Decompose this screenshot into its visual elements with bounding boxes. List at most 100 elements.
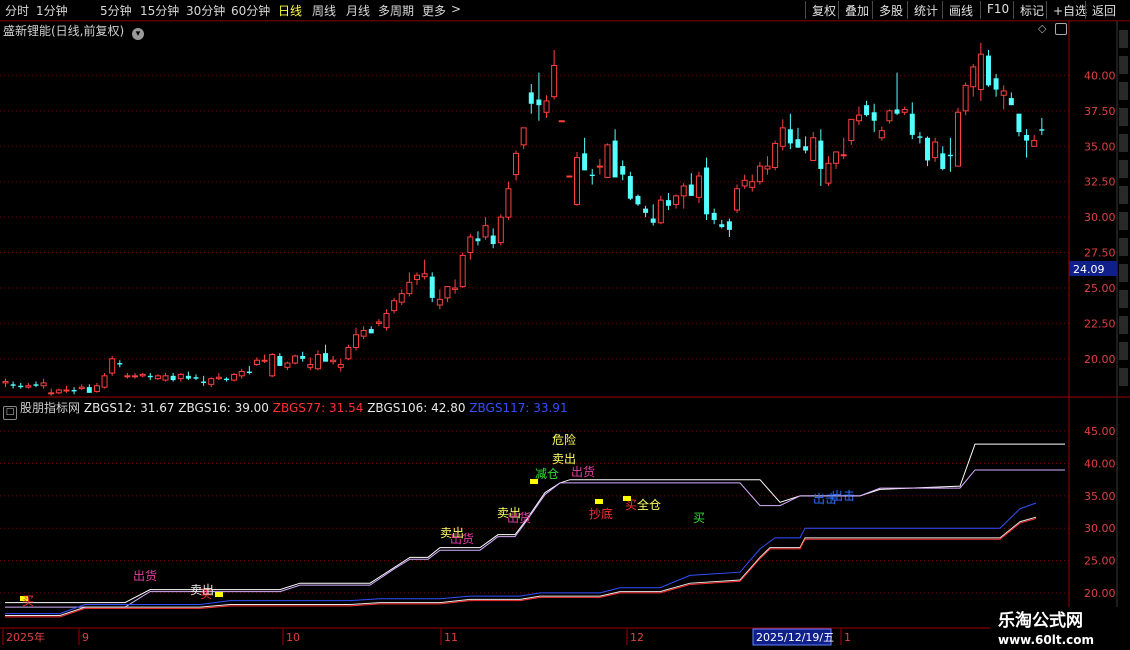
chart-canvas[interactable]: 40.00 37.50 35.00 32.50 30.00 27.50 25.00 22.50…	[0, 0, 1130, 650]
candle	[429, 272, 435, 303]
date-label: 10	[286, 631, 300, 644]
candlestick-series	[2, 42, 1045, 396]
candle-body-down	[490, 235, 496, 245]
main-grid: 40.00 37.50 35.00 32.50 30.00 27.50 25.00 22.50…	[0, 69, 1116, 366]
candle	[779, 119, 786, 151]
candle	[40, 378, 47, 389]
candle-body-down	[323, 353, 329, 362]
candle	[323, 344, 329, 362]
window-restore-icon[interactable]	[1055, 23, 1067, 35]
strip-block	[1119, 290, 1128, 308]
candle	[345, 344, 352, 361]
diamond-icon[interactable]: ◇	[1038, 22, 1046, 35]
candle-body-down	[719, 224, 725, 228]
signal-marker	[215, 592, 223, 597]
candle-body-up	[543, 100, 550, 113]
annotation-label: 出货	[507, 510, 531, 525]
candle	[1024, 129, 1030, 158]
candle	[688, 173, 694, 196]
candle	[1031, 134, 1038, 147]
candle-body-up	[375, 321, 382, 324]
candle	[55, 388, 62, 395]
candle-body-up	[25, 385, 32, 388]
candle	[513, 150, 520, 181]
candle-body-up	[314, 354, 321, 370]
candle-body-up	[1031, 140, 1038, 147]
date-label: 1	[844, 631, 851, 644]
strip-block	[1119, 238, 1128, 256]
candle-body-up	[970, 66, 977, 88]
annotation-label: 全仓	[637, 497, 661, 512]
candle	[368, 326, 374, 334]
candle	[93, 382, 100, 393]
candle	[878, 126, 885, 141]
candle-body-down	[1016, 113, 1022, 133]
candle	[383, 309, 390, 331]
chevron-down-icon[interactable]: ▾	[132, 28, 145, 40]
candle	[848, 118, 855, 145]
candle-body-down	[185, 375, 191, 379]
candle-body-down	[894, 109, 900, 114]
candle	[719, 219, 725, 229]
candle	[977, 42, 984, 101]
candle-body-up	[444, 286, 451, 299]
candle-body-down	[993, 78, 999, 90]
indicator-value-zbgs16: ZBGS16: 39.00	[174, 401, 269, 415]
candle	[86, 384, 92, 393]
candle	[459, 252, 466, 288]
candle	[253, 357, 260, 366]
candle	[391, 297, 398, 314]
candle-body-up	[154, 375, 161, 380]
candle	[536, 72, 542, 121]
candle-body-down	[787, 129, 793, 144]
candle	[643, 205, 649, 218]
candle	[604, 143, 611, 178]
date-label: 11	[444, 631, 458, 644]
zbgs77-line	[5, 518, 1037, 618]
candle-body-up	[962, 84, 969, 112]
candle-body-down	[643, 208, 649, 213]
candle-body-up	[215, 376, 222, 380]
candle-body-up	[307, 363, 314, 368]
indicator-title: 股朋指标网	[20, 401, 81, 415]
candle-body-up	[101, 375, 108, 388]
candle-body-up	[932, 141, 939, 159]
candle-body-up	[657, 199, 664, 224]
candle-body-down	[170, 375, 176, 381]
candle	[78, 384, 85, 390]
candle	[375, 319, 382, 327]
candle-body-down	[612, 140, 618, 178]
annotation-label: 危险	[552, 432, 576, 447]
candle-body-up	[741, 179, 748, 187]
candle-body-up	[109, 358, 116, 374]
candle-body-up	[413, 274, 420, 280]
candle-body-down	[795, 139, 801, 148]
candle	[925, 136, 931, 167]
strip-block	[1119, 82, 1128, 100]
strip-block	[1119, 30, 1128, 48]
candle-body-down	[86, 387, 92, 393]
indicator-tick-label: 30.00	[1084, 522, 1116, 535]
candle	[63, 385, 70, 393]
candle	[1008, 92, 1014, 106]
candle	[162, 372, 169, 382]
candle-body-up	[810, 137, 817, 161]
candle-body-down	[528, 92, 534, 104]
price-tick-label: 30.00	[1084, 211, 1116, 224]
candle	[154, 374, 161, 381]
candle	[635, 194, 641, 206]
candle	[810, 132, 817, 161]
expand-icon[interactable]: □	[3, 406, 17, 420]
strip-block	[1119, 56, 1128, 74]
candle-body-up	[833, 151, 840, 164]
candle-body-down	[871, 112, 877, 121]
price-tick-label: 20.00	[1084, 353, 1116, 366]
candle-body-up	[1000, 90, 1007, 96]
candle	[764, 156, 771, 175]
candle	[505, 181, 512, 220]
candle	[337, 358, 344, 372]
candle	[1000, 85, 1007, 110]
candle	[71, 387, 77, 395]
candle-body-up	[231, 373, 238, 381]
candle	[803, 136, 809, 154]
